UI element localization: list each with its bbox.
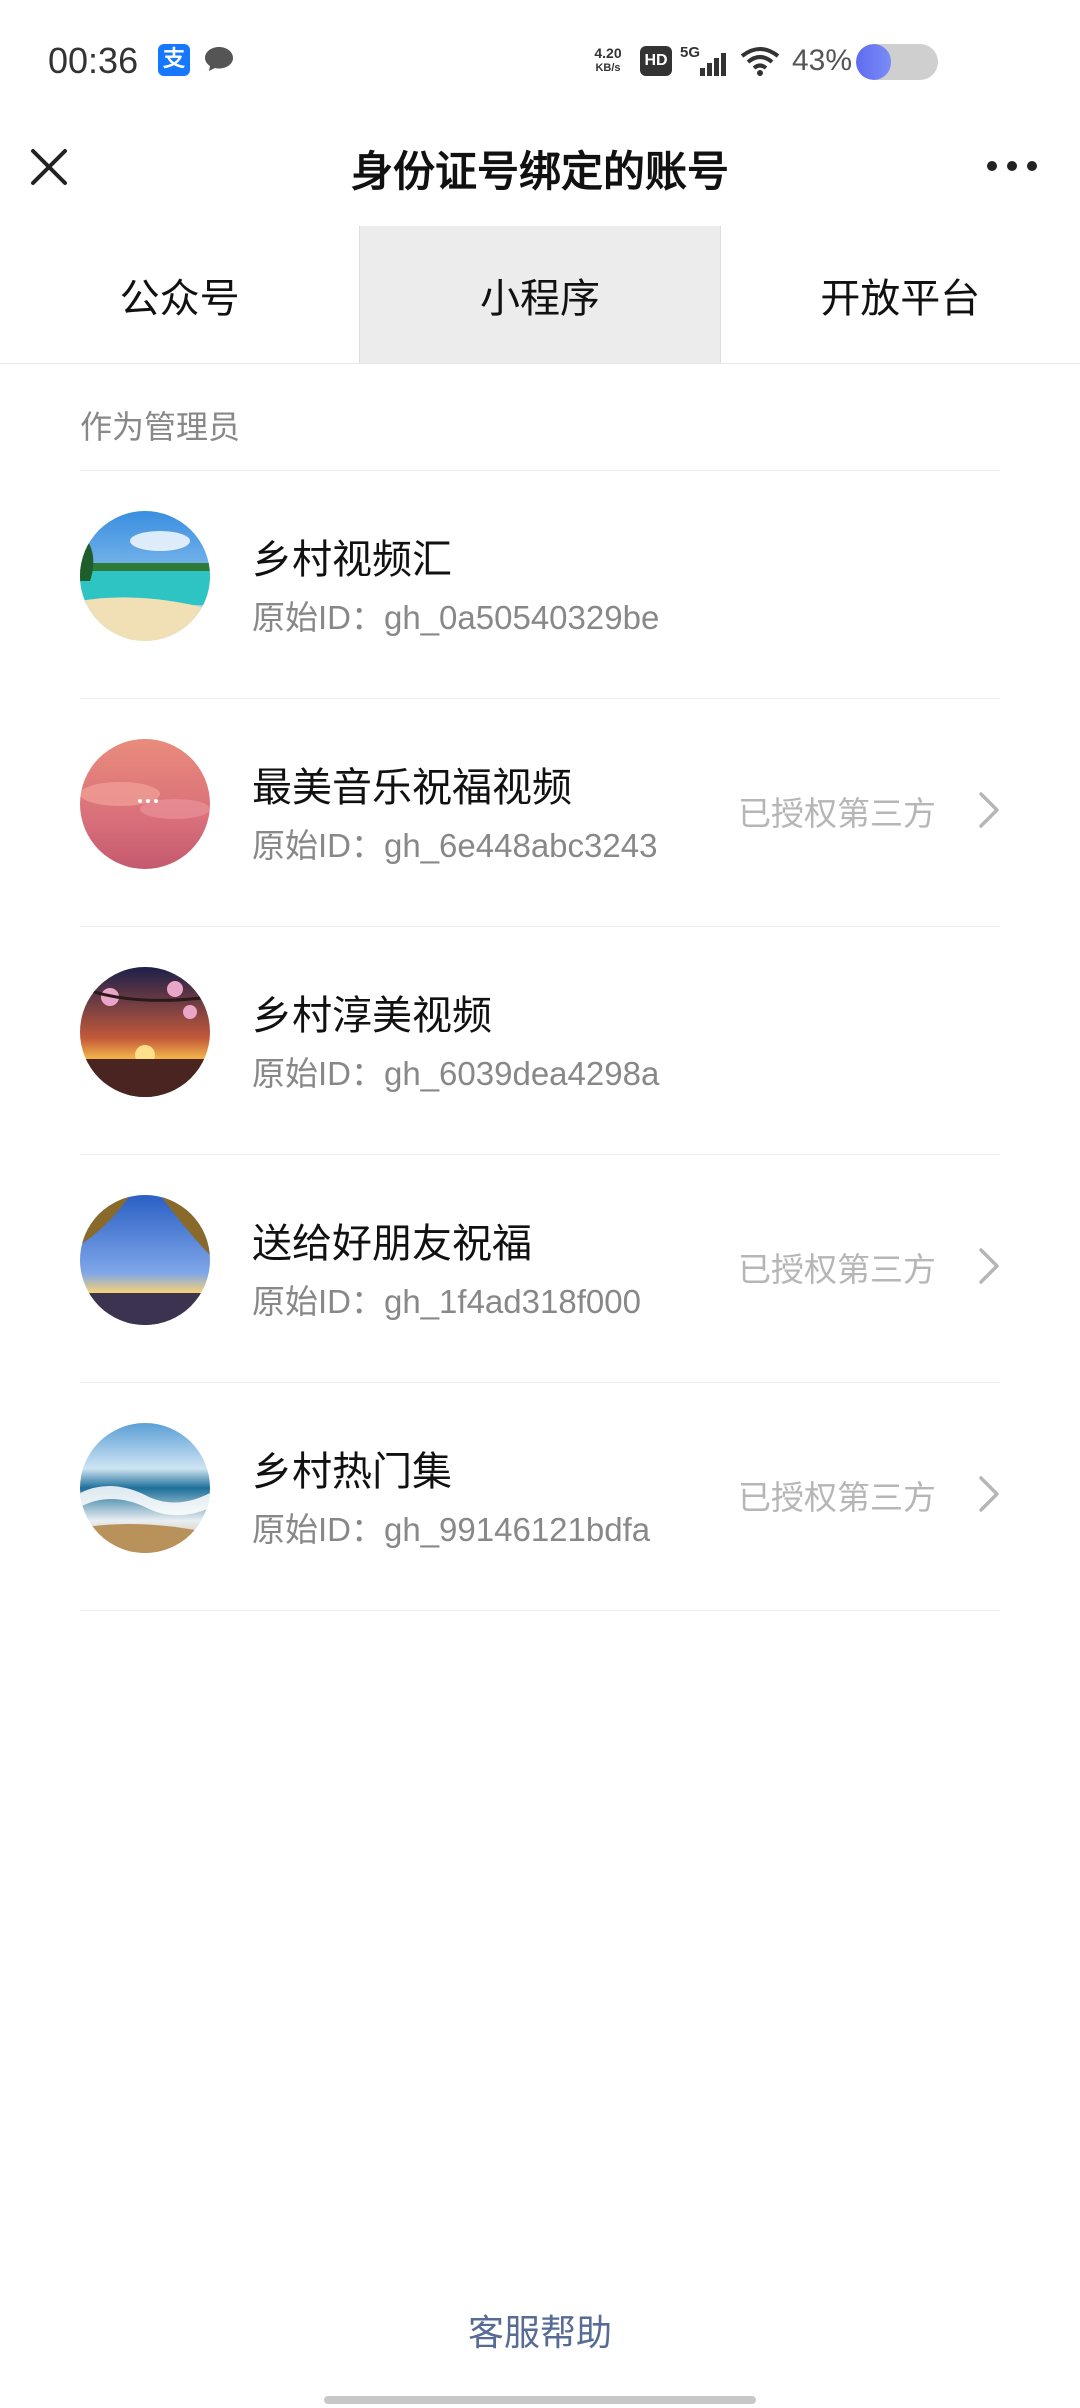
tab-official-account[interactable]: 公众号 (0, 226, 359, 363)
account-name: 送给好朋友祝福 (252, 1221, 532, 1267)
battery-percent: 43% (792, 44, 853, 77)
hd-icon: HD (640, 46, 672, 76)
customer-service-help-link[interactable]: 客服帮助 (0, 2304, 1080, 2356)
ocean-wave-avatar-image (80, 1423, 210, 1553)
status-bar: 00:36 支 4.20 KB/s HD 5G 43% (0, 0, 1080, 126)
account-row[interactable]: 乡村视频汇 原始ID：gh_0a50540329be (80, 471, 1000, 699)
chat-icon (205, 47, 233, 71)
account-avatar (80, 1423, 210, 1553)
account-name: 最美音乐祝福视频 (252, 765, 572, 811)
more-icon[interactable] (984, 156, 1040, 176)
network-type: 5G (680, 44, 700, 61)
pink-sky-avatar-image (80, 739, 210, 869)
tree-sunset-avatar-image (80, 1195, 210, 1325)
page-title: 身份证号绑定的账号 (350, 147, 729, 196)
account-avatar (80, 511, 210, 641)
chevron-right-icon (979, 1248, 999, 1284)
home-indicator[interactable] (324, 2396, 756, 2404)
tab-mini-program[interactable]: 小程序 (359, 226, 721, 363)
section-label: 作为管理员 (80, 408, 241, 446)
tab-open-platform[interactable]: 开放平台 (721, 226, 1080, 363)
header: 身份证号绑定的账号 (0, 126, 1080, 226)
battery-level-fill (856, 44, 892, 80)
authorized-status: 已授权第三方 (738, 794, 936, 833)
chevron-right-icon (979, 792, 999, 828)
account-original-id: 原始ID：gh_1f4ad318f000 (252, 1283, 641, 1320)
account-name: 乡村热门集 (252, 1449, 452, 1495)
account-original-id: 原始ID：gh_6039dea4298a (252, 1055, 660, 1092)
tab-bar: 公众号 小程序 开放平台 (0, 226, 1080, 364)
account-row[interactable]: 送给好朋友祝福 原始ID：gh_1f4ad318f000 已授权第三方 (80, 1155, 1000, 1383)
account-avatar (80, 1195, 210, 1325)
net-speed-unit: KB/s (595, 62, 621, 74)
authorized-status: 已授权第三方 (738, 1250, 936, 1289)
account-list: 乡村视频汇 原始ID：gh_0a50540329be 最美音乐祝福视频 原始ID… (80, 470, 1000, 1611)
account-row[interactable]: 最美音乐祝福视频 原始ID：gh_6e448abc3243 已授权第三方 (80, 699, 1000, 927)
chevron-right-icon (979, 1476, 999, 1512)
wifi-icon (740, 47, 780, 76)
account-avatar (80, 967, 210, 1097)
alipay-icon: 支 (158, 44, 190, 76)
signal-icon: 5G (680, 44, 726, 76)
account-original-id: 原始ID：gh_99146121bdfa (252, 1511, 651, 1548)
authorized-status: 已授权第三方 (738, 1478, 936, 1517)
beach-avatar-image (80, 511, 210, 641)
account-original-id: 原始ID：gh_0a50540329be (252, 599, 660, 636)
net-speed-value: 4.20 (594, 45, 622, 61)
account-avatar (80, 739, 210, 869)
status-time: 00:36 (48, 40, 139, 81)
account-name: 乡村淳美视频 (252, 993, 492, 1039)
account-row[interactable]: 乡村淳美视频 原始ID：gh_6039dea4298a (80, 927, 1000, 1155)
account-name: 乡村视频汇 (252, 537, 452, 583)
net-speed: 4.20 KB/s (588, 46, 628, 76)
account-original-id: 原始ID：gh_6e448abc3243 (252, 827, 658, 864)
account-row[interactable]: 乡村热门集 原始ID：gh_99146121bdfa 已授权第三方 (80, 1383, 1000, 1611)
sunset-blossom-avatar-image (80, 967, 210, 1097)
battery-icon (856, 44, 938, 80)
